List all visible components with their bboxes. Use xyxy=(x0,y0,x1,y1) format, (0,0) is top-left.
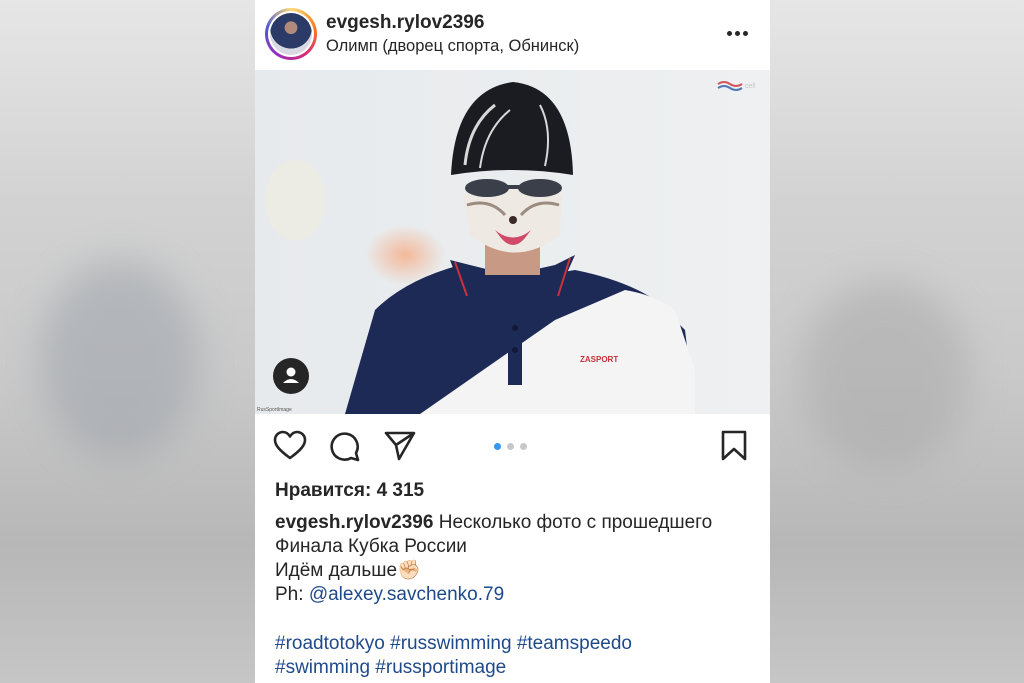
background-blur-right xyxy=(770,0,1024,683)
watermark-logo: cell xyxy=(717,81,756,91)
avatar-image xyxy=(270,13,312,55)
photo-credit: RusSportImage xyxy=(257,407,292,413)
background-blob xyxy=(40,260,200,460)
post-actions xyxy=(255,414,770,474)
carousel-dot xyxy=(520,443,527,450)
carousel-indicator xyxy=(494,443,527,450)
avatar-frame xyxy=(268,11,314,57)
comment-icon[interactable] xyxy=(329,430,361,462)
caption-mention-link[interactable]: @alexey.savchenko.79 xyxy=(309,584,504,605)
heart-icon[interactable] xyxy=(273,430,307,462)
swimmer-photo-illustration: ZASPORT xyxy=(255,70,770,414)
more-dot xyxy=(735,30,740,36)
post-header: evgesh.rylov2396 Олимп (дворец спорта, О… xyxy=(255,0,770,70)
hashtags-line2[interactable]: #swimming #russportimage xyxy=(275,657,506,678)
post-username[interactable]: evgesh.rylov2396 xyxy=(326,12,484,34)
carousel-dot-active xyxy=(494,443,501,450)
caption-ph-prefix: Ph: xyxy=(275,584,304,605)
more-dot xyxy=(727,30,732,36)
more-horizontal-icon[interactable] xyxy=(727,25,751,41)
caption-line3: Идём дальше xyxy=(275,560,398,581)
caption-line2: Финала Кубка России xyxy=(275,536,467,557)
shirt-brand-text: ZASPORT xyxy=(580,355,618,364)
user-icon xyxy=(283,367,299,383)
caption-username[interactable]: evgesh.rylov2396 xyxy=(275,512,433,533)
post-photo[interactable]: ZASPORT cell RusSportImage xyxy=(255,70,770,414)
background-blob xyxy=(800,280,970,470)
avatar[interactable] xyxy=(265,8,317,60)
instagram-post-card: evgesh.rylov2396 Олимп (дворец спорта, О… xyxy=(255,0,770,683)
more-dot xyxy=(743,30,748,36)
background-blur-left xyxy=(0,0,255,683)
hashtags-line1[interactable]: #roadtotokyo #russwimming #teamspeedo xyxy=(275,633,632,654)
user-tag-icon[interactable] xyxy=(273,358,309,394)
post-location[interactable]: Олимп (дворец спорта, Обнинск) xyxy=(326,37,579,56)
carousel-dot xyxy=(507,443,514,450)
post-caption: evgesh.rylov2396 Несколько фото с прошед… xyxy=(275,511,755,607)
likes-count[interactable]: Нравится: 4 315 xyxy=(275,480,424,502)
fist-emoji-icon: ✊🏻 xyxy=(397,560,421,581)
post-hashtags: #roadtotokyo #russwimming #teamspeedo #s… xyxy=(275,632,755,680)
bookmark-icon[interactable] xyxy=(721,430,747,462)
caption-line1: Несколько фото с прошедшего xyxy=(438,512,713,533)
send-icon[interactable] xyxy=(384,430,416,462)
watermark-logo-text: cell xyxy=(745,83,756,90)
